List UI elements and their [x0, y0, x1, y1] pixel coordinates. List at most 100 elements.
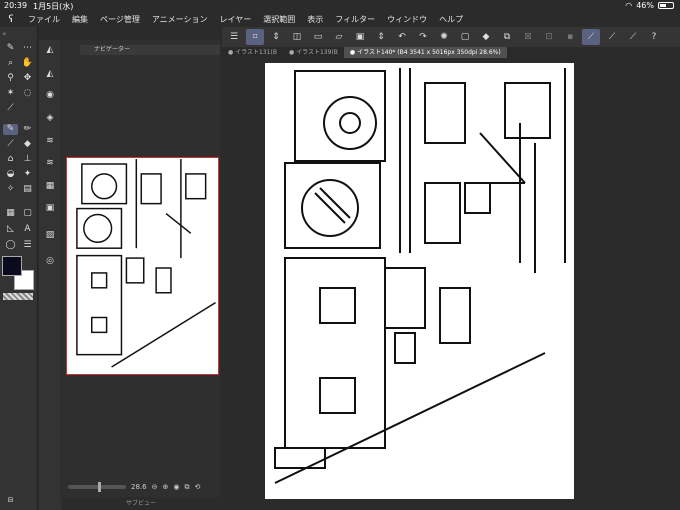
sub-tool-icon-2[interactable]: ◭	[43, 69, 57, 81]
status-bar: 20:39 1月5日(水) ◠ 46%	[0, 0, 680, 12]
grip-icon[interactable]: «	[2, 30, 6, 38]
new-file-icon[interactable]: ▭	[309, 29, 327, 45]
gradient-icon[interactable]: ▤	[20, 184, 35, 195]
status-right: ◠ 46%	[625, 1, 674, 10]
zoom-out-icon[interactable]: ⊖	[152, 483, 158, 491]
frame-icon[interactable]: ▦	[3, 208, 18, 219]
rotate-icon[interactable]: ⟲	[194, 483, 200, 491]
figure-icon[interactable]: ✧	[3, 184, 18, 195]
sub-tool-icon[interactable]: ◭	[43, 45, 57, 57]
navigator-thumbnail-art	[76, 159, 216, 368]
status-date: 1月5日(水)	[33, 2, 74, 11]
decoration-icon[interactable]: ✦	[20, 169, 35, 180]
collapse-left-icon[interactable]: ⊟	[3, 495, 18, 506]
menu-animation[interactable]: アニメーション	[146, 14, 214, 25]
quick-access-icon[interactable]: ⌗	[246, 29, 264, 45]
zoom-in-icon[interactable]: ⊕	[162, 483, 168, 491]
airbrush-icon[interactable]: ⊥	[20, 154, 35, 165]
tab-illust-131[interactable]: ● イラスト131(B	[222, 47, 283, 58]
fit-icon[interactable]: ◉	[173, 483, 179, 491]
navigator-icon[interactable]: ▨	[43, 230, 57, 242]
ruler-icon[interactable]: ◺	[3, 224, 18, 235]
transparent-color-swatch[interactable]	[3, 293, 33, 300]
tab-label: イラスト139(B	[296, 49, 338, 56]
rect-icon[interactable]: ▢	[20, 208, 35, 219]
layers-icon[interactable]: ≋	[43, 136, 57, 148]
menu-page[interactable]: ページ管理	[94, 14, 146, 25]
tab-illust-139[interactable]: ● イラスト139(B	[283, 47, 344, 58]
canvas[interactable]	[265, 63, 574, 499]
subview-label: サブビュー	[125, 500, 156, 507]
clear-icon[interactable]: ▢	[456, 29, 474, 45]
menu-filter[interactable]: フィルター	[329, 14, 381, 25]
menu-selection[interactable]: 選択範囲	[257, 14, 301, 25]
hamburger-menu-icon[interactable]: ☰	[225, 29, 243, 45]
updown-arrow-icon-2[interactable]: ⇕	[372, 29, 390, 45]
tab-illust-140[interactable]: ● イラスト140* (B4 3541 x 5016px 350dpi 28.6…	[343, 47, 507, 58]
open-folder-icon[interactable]: ▱	[330, 29, 348, 45]
menu-layer[interactable]: レイヤー	[214, 14, 258, 25]
eraser-icon[interactable]: ◆	[20, 139, 35, 150]
layer-property-icon[interactable]: ◈	[43, 113, 57, 125]
updown-arrow-icon[interactable]: ⇕	[267, 29, 285, 45]
layers-icon-2[interactable]: ≋	[43, 158, 57, 170]
zoom-slider-knob[interactable]	[98, 482, 101, 492]
menu-window[interactable]: ウィンドウ	[381, 14, 433, 25]
loading-icon[interactable]: ✺	[435, 29, 453, 45]
correct-line-icon[interactable]: ☰	[20, 240, 35, 251]
snap-ruler-icon[interactable]: ⟋	[582, 29, 600, 45]
battery-fill	[660, 4, 667, 7]
pen-icon[interactable]: ✎	[3, 124, 18, 135]
invert-selection-icon[interactable]: ⊡	[540, 29, 558, 45]
fill-icon[interactable]: ◆	[477, 29, 495, 45]
undo-icon[interactable]: ↶	[393, 29, 411, 45]
help-icon[interactable]: ?	[645, 29, 663, 45]
collapse-icon[interactable]: ⋯	[20, 43, 35, 54]
balloon-icon[interactable]: ◯	[3, 240, 18, 251]
snap-grid-icon[interactable]: ⟋	[624, 29, 642, 45]
brush-icon[interactable]: ⟋	[3, 139, 18, 150]
info-icon[interactable]: ◎	[43, 256, 57, 268]
zoom-icon[interactable]: ⌕	[3, 58, 18, 69]
battery-percent: 46%	[636, 1, 654, 10]
flip-icon[interactable]: ⧉	[184, 483, 189, 492]
menu-edit[interactable]: 編集	[66, 14, 94, 25]
workspace-icon[interactable]: ◫	[288, 29, 306, 45]
menu-view[interactable]: 表示	[301, 14, 329, 25]
navigator-title: ナビゲーター	[94, 46, 131, 53]
deselect-icon[interactable]: ⊠	[519, 29, 537, 45]
text-icon[interactable]: A	[20, 224, 35, 235]
navigator-thumbnail[interactable]	[66, 157, 219, 375]
pencil-icon[interactable]: ✏	[20, 124, 35, 135]
document-tabs: ● イラスト131(B ● イラスト139(B ● イラスト140* (B4 3…	[222, 47, 680, 58]
pen-tool-icon[interactable]: ✎	[3, 43, 18, 54]
menu-file[interactable]: ファイル	[22, 14, 66, 25]
move-icon[interactable]: ✥	[20, 73, 35, 84]
palette-icon[interactable]: ◉	[43, 90, 57, 102]
snap-special-icon[interactable]: ⟋	[603, 29, 621, 45]
tab-label: イラスト131(B	[235, 49, 277, 56]
zoom-slider[interactable]	[68, 482, 126, 492]
main-color-swatch[interactable]	[2, 256, 22, 276]
hand-icon[interactable]: ✋	[20, 58, 35, 69]
select-layer-icon[interactable]: ⚲	[3, 73, 18, 84]
sub-view-icon[interactable]: ▣	[43, 203, 57, 215]
command-bar: ☰ ⌗ ⇕ ◫ ▭ ▱ ▣ ⇕ ↶ ↷ ✺ ▢ ◆ ⧉ ⊠ ⊡ ▪ ⟋ ⟋ ⟋ …	[222, 27, 680, 47]
blend-icon[interactable]: ⌂	[3, 154, 18, 165]
crop-icon[interactable]: ▪	[561, 29, 579, 45]
eyedropper-icon[interactable]: ⟋	[3, 103, 18, 114]
app-logo-icon[interactable]: ʕ	[0, 14, 22, 25]
canvas-artwork	[274, 68, 566, 484]
fill-bucket-icon[interactable]: ◒	[3, 169, 18, 180]
magic-wand-icon[interactable]: ✶	[3, 88, 18, 99]
redo-icon[interactable]: ↷	[414, 29, 432, 45]
battery-icon	[658, 2, 674, 9]
menu-help[interactable]: ヘルプ	[433, 14, 469, 25]
zoom-value: 28.6	[131, 483, 147, 491]
save-icon[interactable]: ▣	[351, 29, 369, 45]
lasso-icon[interactable]: ◌	[20, 88, 35, 99]
transform-icon[interactable]: ⧉	[498, 29, 516, 45]
navigator-controls: 28.6 ⊖ ⊕ ◉ ⧉ ⟲	[62, 479, 220, 495]
material-icon[interactable]: ▦	[43, 181, 57, 193]
wifi-icon: ◠	[625, 1, 633, 10]
